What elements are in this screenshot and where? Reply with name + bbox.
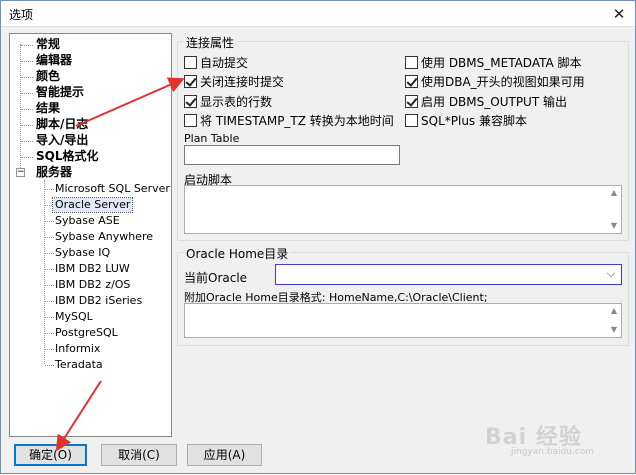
tree-item-results[interactable]: 结果: [36, 101, 60, 115]
tree-item-oracle[interactable]: Oracle Server: [51, 197, 134, 213]
chevron-down-icon[interactable]: ⌵: [604, 267, 618, 281]
tree-branch: [21, 141, 33, 142]
show-row-count-label: 显示表的行数: [200, 95, 273, 109]
tree-branch: [21, 77, 33, 78]
dba-views-checkbox[interactable]: [405, 75, 418, 88]
watermark-url: jingyan.baidu.com: [511, 447, 595, 457]
option-sqlplus-compatible[interactable]: SQL*Plus 兼容脚本: [405, 112, 527, 129]
scroll-down-icon[interactable]: ▼: [609, 325, 619, 335]
tree-guide-line: [44, 180, 45, 364]
tree-item-general[interactable]: 常规: [36, 37, 60, 51]
commit-on-close-label: 关闭连接时提交: [200, 75, 285, 89]
auto-commit-label: 自动提交: [200, 56, 249, 70]
plan-table-label: Plan Table: [184, 132, 240, 145]
tree-item-sybase-anywhere[interactable]: Sybase Anywhere: [55, 230, 153, 244]
tree-guide-line: [20, 44, 21, 168]
tree-item-script-log[interactable]: 脚本/日志: [36, 117, 88, 131]
tree-item-informix[interactable]: Informix: [55, 342, 100, 356]
tree-item-intellisense[interactable]: 智能提示: [36, 85, 84, 99]
scroll-down-icon[interactable]: ▼: [609, 221, 619, 231]
tree-branch: [45, 301, 54, 302]
tree-branch: [21, 61, 33, 62]
dba-views-label: 使用DBA_开头的视图如果可用: [421, 75, 585, 89]
tree-branch: [21, 157, 33, 158]
scroll-up-icon[interactable]: ▲: [609, 306, 619, 316]
tree-branch: [45, 333, 54, 334]
commit-on-close-checkbox[interactable]: [184, 75, 197, 88]
window-title: 选项: [9, 8, 34, 22]
tree-item-teradata[interactable]: Teradata: [55, 358, 103, 372]
apply-button[interactable]: 应用(A): [187, 444, 262, 466]
close-icon[interactable]: ✕: [609, 4, 629, 24]
tree-branch: [45, 269, 54, 270]
current-oracle-select[interactable]: ⌵: [275, 264, 622, 285]
tree-branch: [21, 45, 33, 46]
tree-item-mssql[interactable]: Microsoft SQL Server: [55, 182, 170, 196]
tree-branch: [45, 349, 54, 350]
tree-item-sybase-iq[interactable]: Sybase IQ: [55, 246, 110, 260]
sqlplus-compatible-checkbox[interactable]: [405, 114, 418, 127]
option-dbms-output[interactable]: 启用 DBMS_OUTPUT 输出: [405, 93, 567, 110]
oracle-home-title: Oracle Home目录: [184, 245, 291, 262]
tree-branch: [45, 365, 54, 366]
ok-button[interactable]: 确定(O): [14, 444, 87, 466]
additional-oracle-home-textarea[interactable]: ▲ ▼: [184, 303, 622, 338]
tree-branch: [45, 317, 54, 318]
collapse-icon[interactable]: −: [16, 168, 25, 177]
tree-branch: [45, 221, 54, 222]
tree-branch: [45, 253, 54, 254]
timestamp-tz-label: 将 TIMESTAMP_TZ 转换为本地时间: [200, 114, 394, 128]
auto-commit-checkbox[interactable]: [184, 56, 197, 69]
tree-item-postgresql[interactable]: PostgreSQL: [55, 326, 118, 340]
option-show-row-count[interactable]: 显示表的行数: [184, 93, 272, 110]
option-auto-commit[interactable]: 自动提交: [184, 54, 248, 71]
option-timestamp-tz[interactable]: 将 TIMESTAMP_TZ 转换为本地时间: [184, 112, 394, 129]
tree-branch: [45, 285, 54, 286]
dbms-output-checkbox[interactable]: [405, 95, 418, 108]
connection-properties-title: 连接属性: [184, 34, 237, 51]
dbms-metadata-label: 使用 DBMS_METADATA 脚本: [421, 56, 582, 70]
tree-item-editor[interactable]: 编辑器: [36, 53, 72, 67]
option-dba-views[interactable]: 使用DBA_开头的视图如果可用: [405, 73, 585, 90]
tree-item-mysql[interactable]: MySQL: [55, 310, 93, 324]
tree-branch: [45, 189, 54, 190]
option-dbms-metadata[interactable]: 使用 DBMS_METADATA 脚本: [405, 54, 582, 71]
tree-item-db2-iseries[interactable]: IBM DB2 iSeries: [55, 294, 142, 308]
tree-item-colors[interactable]: 颜色: [36, 69, 60, 83]
option-commit-on-close[interactable]: 关闭连接时提交: [184, 73, 284, 90]
dbms-metadata-checkbox[interactable]: [405, 56, 418, 69]
show-row-count-checkbox[interactable]: [184, 95, 197, 108]
startup-script-textarea[interactable]: ▲ ▼: [184, 185, 622, 234]
tree-item-db2-luw[interactable]: IBM DB2 LUW: [55, 262, 130, 276]
sqlplus-compatible-label: SQL*Plus 兼容脚本: [421, 114, 527, 128]
tree-branch: [21, 125, 33, 126]
dbms-output-label: 启用 DBMS_OUTPUT 输出: [421, 95, 567, 109]
options-tree[interactable]: 常规 编辑器 颜色 智能提示 结果 脚本/日志 导入/导出 SQL格式化 − 服…: [9, 33, 172, 437]
timestamp-tz-checkbox[interactable]: [184, 114, 197, 127]
tree-branch: [21, 93, 33, 94]
options-dialog: 选项 ✕ 常规 编辑器 颜色 智能提示 结果 脚本/日志 导入/导出 SQL格式…: [0, 0, 636, 474]
tree-item-servers[interactable]: 服务器: [36, 165, 72, 179]
current-oracle-label: 当前Oracle: [184, 271, 248, 285]
cancel-button[interactable]: 取消(C): [101, 444, 177, 466]
tree-branch: [45, 237, 54, 238]
tree-item-db2-zos[interactable]: IBM DB2 z/OS: [55, 278, 130, 292]
plan-table-input[interactable]: [184, 145, 400, 165]
tree-item-sql-format[interactable]: SQL格式化: [36, 149, 99, 163]
title-bar: 选项 ✕: [1, 1, 635, 27]
scroll-up-icon[interactable]: ▲: [609, 188, 619, 198]
tree-item-import-export[interactable]: 导入/导出: [36, 133, 88, 147]
tree-item-sybase-ase[interactable]: Sybase ASE: [55, 214, 120, 228]
tree-branch: [21, 109, 33, 110]
